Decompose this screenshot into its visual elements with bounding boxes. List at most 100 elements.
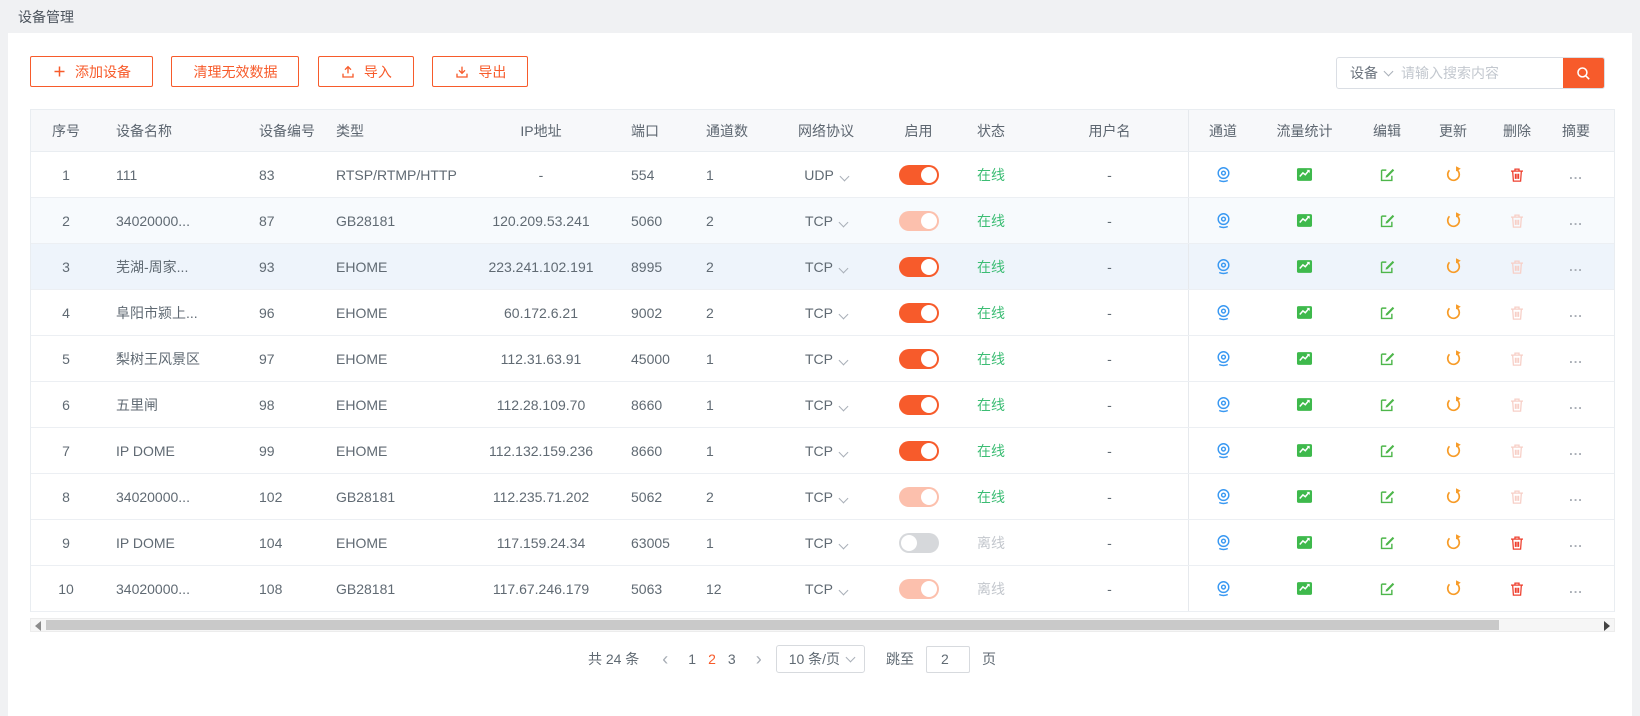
summary-ellipsis[interactable]: ... bbox=[1569, 259, 1583, 274]
prev-page-button[interactable]: ‹ bbox=[658, 650, 672, 668]
summary-ellipsis[interactable]: ... bbox=[1569, 443, 1583, 458]
summary-ellipsis[interactable]: ... bbox=[1569, 581, 1583, 596]
enable-toggle[interactable] bbox=[899, 441, 939, 461]
search-category-select[interactable]: 设备 bbox=[1337, 63, 1401, 83]
search-button[interactable] bbox=[1563, 57, 1604, 89]
traffic-stats-icon[interactable] bbox=[1295, 257, 1314, 276]
protocol-select[interactable]: TCP bbox=[805, 305, 847, 321]
jump-page-input[interactable] bbox=[926, 646, 970, 673]
edit-icon[interactable] bbox=[1378, 579, 1397, 598]
refresh-icon[interactable] bbox=[1444, 211, 1463, 230]
channel-icon[interactable] bbox=[1214, 487, 1233, 506]
traffic-stats-icon[interactable] bbox=[1295, 533, 1314, 552]
refresh-icon[interactable] bbox=[1444, 349, 1463, 368]
page-number-1[interactable]: 1 bbox=[682, 651, 702, 667]
traffic-stats-icon[interactable] bbox=[1295, 395, 1314, 414]
channel-icon[interactable] bbox=[1214, 395, 1233, 414]
trash-icon[interactable] bbox=[1508, 580, 1526, 598]
edit-icon[interactable] bbox=[1378, 487, 1397, 506]
protocol-select[interactable]: TCP bbox=[805, 213, 847, 229]
enable-toggle[interactable] bbox=[899, 487, 939, 507]
trash-icon[interactable] bbox=[1508, 534, 1526, 552]
cell-filler bbox=[1602, 152, 1617, 197]
traffic-stats-icon[interactable] bbox=[1295, 487, 1314, 506]
refresh-icon[interactable] bbox=[1444, 579, 1463, 598]
refresh-icon[interactable] bbox=[1444, 165, 1463, 184]
summary-ellipsis[interactable]: ... bbox=[1569, 305, 1583, 320]
trash-icon[interactable] bbox=[1508, 166, 1526, 184]
traffic-stats-icon[interactable] bbox=[1295, 303, 1314, 322]
clean-invalid-data-button[interactable]: 清理无效数据 bbox=[171, 56, 299, 87]
enable-toggle[interactable] bbox=[899, 579, 939, 599]
channel-icon[interactable] bbox=[1214, 349, 1233, 368]
summary-ellipsis[interactable]: ... bbox=[1569, 397, 1583, 412]
upload-icon bbox=[340, 64, 356, 80]
cell-device-name: IP DOME bbox=[101, 520, 246, 565]
edit-icon[interactable] bbox=[1378, 395, 1397, 414]
traffic-stats-icon[interactable] bbox=[1295, 441, 1314, 460]
enable-toggle[interactable] bbox=[899, 257, 939, 277]
edit-icon[interactable] bbox=[1378, 441, 1397, 460]
enable-toggle[interactable] bbox=[899, 349, 939, 369]
cell-username: - bbox=[1031, 382, 1188, 427]
column-header-port: 端口 bbox=[616, 110, 686, 151]
import-button[interactable]: 导入 bbox=[318, 56, 414, 87]
edit-icon[interactable] bbox=[1378, 349, 1397, 368]
edit-icon[interactable] bbox=[1378, 303, 1397, 322]
traffic-stats-icon[interactable] bbox=[1295, 211, 1314, 230]
summary-ellipsis[interactable]: ... bbox=[1569, 213, 1583, 228]
column-header-protocol: 网络协议 bbox=[766, 110, 886, 151]
protocol-select[interactable]: TCP bbox=[805, 397, 847, 413]
protocol-select[interactable]: TCP bbox=[805, 351, 847, 367]
page-size-select[interactable]: 10 条/页 bbox=[776, 645, 865, 673]
refresh-icon[interactable] bbox=[1444, 395, 1463, 414]
channel-icon[interactable] bbox=[1214, 165, 1233, 184]
add-device-button[interactable]: 添加设备 bbox=[30, 56, 153, 87]
refresh-icon[interactable] bbox=[1444, 441, 1463, 460]
scroll-right-arrow[interactable] bbox=[1604, 621, 1610, 631]
scroll-left-arrow[interactable] bbox=[35, 621, 41, 631]
page-number-3[interactable]: 3 bbox=[722, 651, 742, 667]
protocol-select[interactable]: TCP bbox=[805, 581, 847, 597]
edit-icon[interactable] bbox=[1378, 211, 1397, 230]
trash-icon bbox=[1508, 488, 1526, 506]
edit-icon[interactable] bbox=[1378, 165, 1397, 184]
enable-toggle[interactable] bbox=[899, 533, 939, 553]
refresh-icon[interactable] bbox=[1444, 257, 1463, 276]
refresh-icon[interactable] bbox=[1444, 533, 1463, 552]
summary-ellipsis[interactable]: ... bbox=[1569, 489, 1583, 504]
traffic-stats-icon[interactable] bbox=[1295, 579, 1314, 598]
cell-seq: 9 bbox=[31, 520, 101, 565]
refresh-icon[interactable] bbox=[1444, 487, 1463, 506]
summary-ellipsis[interactable]: ... bbox=[1569, 167, 1583, 182]
protocol-select[interactable]: UDP bbox=[804, 167, 848, 183]
search-input[interactable] bbox=[1401, 65, 1563, 81]
channel-icon[interactable] bbox=[1214, 579, 1233, 598]
protocol-select[interactable]: TCP bbox=[805, 259, 847, 275]
protocol-select[interactable]: TCP bbox=[805, 489, 847, 505]
row-actions: ... bbox=[1188, 474, 1617, 519]
enable-toggle[interactable] bbox=[899, 165, 939, 185]
traffic-stats-icon[interactable] bbox=[1295, 349, 1314, 368]
enable-toggle[interactable] bbox=[899, 211, 939, 231]
enable-toggle[interactable] bbox=[899, 395, 939, 415]
traffic-stats-icon[interactable] bbox=[1295, 165, 1314, 184]
summary-ellipsis[interactable]: ... bbox=[1569, 351, 1583, 366]
protocol-select[interactable]: TCP bbox=[805, 535, 847, 551]
channel-icon[interactable] bbox=[1214, 441, 1233, 460]
protocol-select[interactable]: TCP bbox=[805, 443, 847, 459]
enable-toggle[interactable] bbox=[899, 303, 939, 323]
page-number-2[interactable]: 2 bbox=[702, 651, 722, 667]
next-page-button[interactable]: › bbox=[752, 650, 766, 668]
scrollbar-thumb[interactable] bbox=[46, 620, 1499, 630]
channel-icon[interactable] bbox=[1214, 303, 1233, 322]
summary-ellipsis[interactable]: ... bbox=[1569, 535, 1583, 550]
edit-icon[interactable] bbox=[1378, 533, 1397, 552]
export-button[interactable]: 导出 bbox=[432, 56, 528, 87]
refresh-icon[interactable] bbox=[1444, 303, 1463, 322]
channel-icon[interactable] bbox=[1214, 257, 1233, 276]
edit-icon[interactable] bbox=[1378, 257, 1397, 276]
channel-icon[interactable] bbox=[1214, 211, 1233, 230]
channel-icon[interactable] bbox=[1214, 533, 1233, 552]
cell-device-id: 108 bbox=[246, 566, 326, 611]
